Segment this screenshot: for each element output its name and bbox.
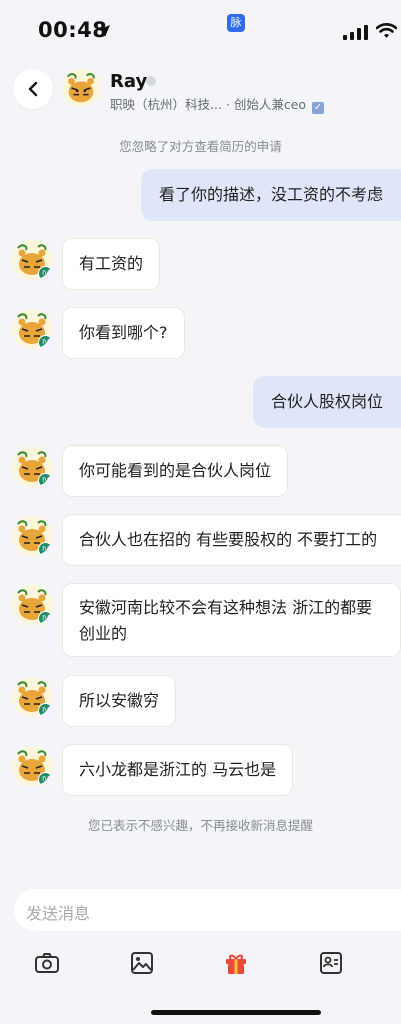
message-bubble-received[interactable]: 你可能看到的是合伙人岗位 [62, 445, 289, 497]
message-bubble-sent[interactable]: 看了你的描述，没工资的不考虑 [140, 169, 401, 221]
level-badge: IV [38, 473, 52, 487]
message-bubble-received[interactable]: 六小龙都是浙江的 马云也是 [62, 744, 294, 796]
chat-header: Ray 职映（杭州）科技... · 创始人兼ceo ✓ [0, 60, 401, 120]
message-input-placeholder: 发送消息 [26, 904, 91, 923]
sender-avatar[interactable]: IV [12, 677, 52, 717]
sender-avatar[interactable]: IV [12, 585, 52, 625]
back-button[interactable] [13, 69, 53, 109]
contact-company-title: 职映（杭州）科技... · 创始人兼ceo [110, 97, 307, 112]
message-bubble-received[interactable]: 有工资的 [62, 238, 161, 290]
level-badge: IV [38, 335, 52, 349]
contact-name: Ray [110, 71, 148, 92]
contact-card-icon[interactable] [318, 950, 344, 976]
message-bubble-received[interactable]: 合伙人也在招的 有些要股权的 不要打工的 [62, 514, 401, 566]
status-bar: 00:48 脉 [0, 0, 401, 60]
sender-avatar[interactable]: IV [12, 240, 52, 280]
home-indicator [151, 1010, 321, 1015]
system-notice: 您忽略了对方查看简历的申请 [119, 139, 282, 154]
location-arrow-icon [98, 25, 110, 37]
level-badge: IV [38, 611, 52, 625]
message-bubble-received[interactable]: 你看到哪个? [62, 307, 185, 359]
gift-icon[interactable] [223, 950, 249, 976]
contact-subtitle: 职映（杭州）科技... · 创始人兼ceo ✓ [110, 94, 325, 114]
app-badge-icon: 脉 [227, 14, 245, 32]
verified-icon [146, 76, 156, 86]
level-badge: IV [38, 266, 52, 280]
cellular-signal-icon [343, 25, 368, 40]
wifi-icon [376, 23, 397, 38]
image-icon[interactable] [129, 950, 155, 976]
level-badge: IV [38, 542, 52, 556]
message-input[interactable]: 发送消息 [14, 889, 401, 931]
level-badge: IV [38, 703, 52, 717]
tiger-avatar-icon [66, 73, 95, 103]
message-bubble-sent[interactable]: 合伙人股权岗位 [252, 376, 401, 428]
system-notice: 您已表示不感兴趣，不再接收新消息提醒 [87, 818, 313, 833]
level-badge: IV [38, 772, 52, 786]
sender-avatar[interactable]: IV [12, 746, 52, 786]
certified-check-icon: ✓ [312, 102, 325, 114]
chevron-left-icon [28, 81, 38, 97]
contact-avatar[interactable] [62, 69, 100, 107]
sender-avatar[interactable]: IV [12, 516, 52, 556]
sender-avatar[interactable]: IV [12, 447, 52, 487]
message-bubble-received[interactable]: 安徽河南比较不会有这种想法 浙江的都要创业的 [62, 583, 401, 657]
sender-avatar[interactable]: IV [12, 309, 52, 349]
message-bubble-received[interactable]: 所以安徽穷 [62, 675, 177, 727]
camera-icon[interactable] [34, 950, 60, 976]
